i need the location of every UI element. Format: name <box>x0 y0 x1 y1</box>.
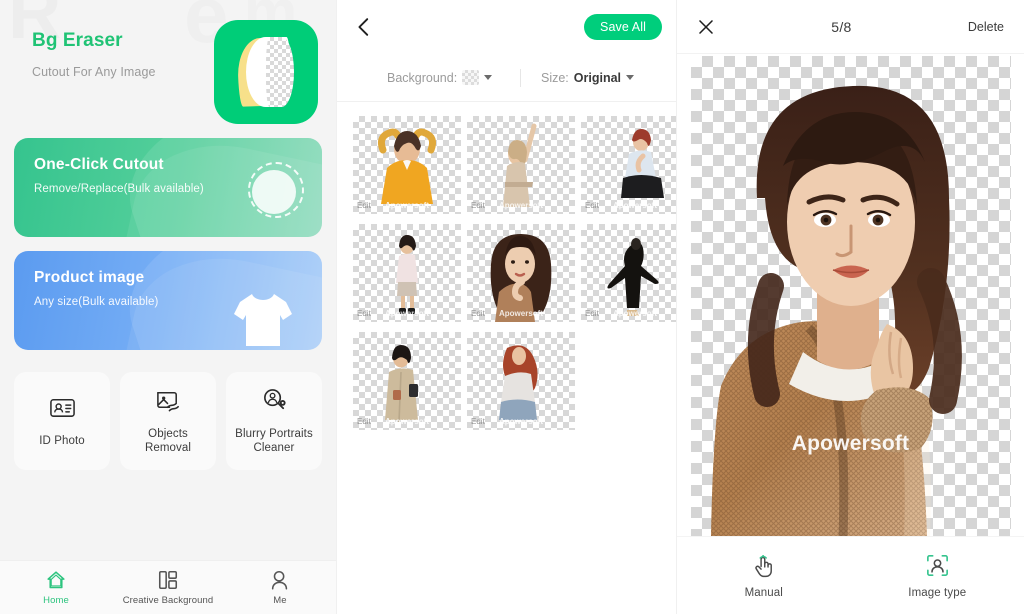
thumbnail-watermark: Apowersoft <box>613 201 657 210</box>
close-icon[interactable] <box>697 18 715 36</box>
thumbnail-image <box>396 235 418 314</box>
thumbnail-watermark: Apowersoft <box>613 309 657 318</box>
preview-tool-image-type[interactable]: Image type <box>851 537 1024 614</box>
nav-item-label: Home <box>43 595 69 606</box>
thumbnail-item[interactable]: Edit Apowersoft <box>467 224 575 322</box>
delete-button[interactable]: Delete <box>968 20 1004 34</box>
thumbnail-item[interactable]: Edit Apowersoft <box>467 116 575 214</box>
preview-tool-label: Manual <box>744 587 783 599</box>
tool-card-label: Objects Removal <box>144 427 192 454</box>
preview-tool-manual[interactable]: Manual <box>677 537 851 614</box>
thumbnail-watermark: Apowersoft <box>385 201 429 210</box>
tool-card-blurry-portraits-cleaner[interactable]: Blurry Portraits Cleaner <box>226 372 322 470</box>
logo-leaf-checker-layer <box>266 37 294 107</box>
gallery-top-bar: Save All <box>337 0 676 54</box>
tool-card-row: ID Photo Objects Removal Blurry Portrait… <box>0 372 336 470</box>
thumbnail-image <box>621 129 664 198</box>
thumbnail-image <box>503 123 537 207</box>
thumbnail-watermark: Apowersoft <box>499 201 543 210</box>
thumbnail-image <box>490 234 552 322</box>
thumbnail-grid: Edit Apowersoft Edit Apowersoft Edit Apo… <box>337 102 689 444</box>
size-filter-label: Size: <box>540 70 569 85</box>
thumbnail-image <box>385 345 418 423</box>
app-screenshot: R e m Bg Eraser Cutout For Any Image <box>0 0 1024 614</box>
thumbnail-item[interactable]: Edit Apowersoft <box>581 116 689 214</box>
home-header: Bg Eraser Cutout For Any Image <box>0 0 336 124</box>
app-title: Bg Eraser <box>32 30 123 51</box>
feature-card-product-image[interactable]: Product image Any size(Bulk available) <box>14 251 322 350</box>
thumbnail-watermark: Apowersoft <box>499 309 543 318</box>
chevron-left-icon[interactable] <box>353 16 375 38</box>
person-frame-icon <box>926 555 948 576</box>
preview-tool-bar: Manual Image type <box>677 536 1024 614</box>
transparent-checker-swatch-icon <box>462 70 480 85</box>
thumbnail-item[interactable]: Edit Apowersoft <box>353 332 461 430</box>
thumbnail-image <box>378 128 436 204</box>
thumbnail-item[interactable]: Edit Apowersoft <box>353 224 461 322</box>
tool-card-objects-removal[interactable]: Objects Removal <box>120 372 216 470</box>
thumbnail-watermark: Apowersoft <box>385 417 429 426</box>
nav-item-label: Creative Background <box>122 595 214 606</box>
thumbnail-edit-label: Edit <box>357 201 371 210</box>
chevron-down-icon <box>484 75 493 80</box>
gallery-filter-bar: Background: Size: Original <box>337 54 676 102</box>
preview-panel: 5/8 Delete Apowersoft Manual Image type <box>676 0 1024 614</box>
thumbnail-item[interactable]: Edit Apowersoft <box>581 224 689 322</box>
thumbnail-item[interactable]: Edit Apowersoft <box>353 116 461 214</box>
thumbnail-edit-label: Edit <box>357 417 371 426</box>
thumbnail-edit-label: Edit <box>585 201 599 210</box>
bottom-navigation-bar: Home Creative Background Me <box>0 560 336 614</box>
preview-tool-label: Image type <box>908 587 967 599</box>
size-filter-value: Original <box>573 70 622 85</box>
thumbnail-edit-label: Edit <box>585 309 599 318</box>
thumbnail-edit-label: Edit <box>471 201 485 210</box>
id-card-icon <box>49 398 75 417</box>
preview-image <box>710 85 962 536</box>
thumbnail-edit-label: Edit <box>471 309 485 318</box>
tool-card-id-photo[interactable]: ID Photo <box>14 372 110 470</box>
tool-card-label: Blurry Portraits Cleaner <box>235 427 313 454</box>
chevron-down-icon <box>626 75 635 80</box>
thumbnail-watermark: Apowersoft <box>385 309 429 318</box>
nav-item-home[interactable]: Home <box>0 561 112 614</box>
portrait-magnifier-icon <box>263 388 286 409</box>
nav-item-label: Me <box>273 595 287 606</box>
preview-page-counter: 5/8 <box>831 18 852 35</box>
gallery-panel: Save All Background: Size: Original Edit… <box>336 0 689 614</box>
thumbnail-edit-label: Edit <box>471 417 485 426</box>
save-all-button[interactable]: Save All <box>584 14 662 40</box>
feature-card-list: One-Click Cutout Remove/Replace(Bulk ava… <box>0 138 336 350</box>
hand-tap-icon <box>755 554 773 578</box>
grid-panels-icon <box>158 570 178 590</box>
home-panel: R e m Bg Eraser Cutout For Any Image <box>0 0 336 614</box>
preview-image-canvas[interactable]: Apowersoft <box>690 56 1011 536</box>
background-filter-dropdown[interactable]: Background: <box>359 70 520 85</box>
preview-top-bar: 5/8 Delete <box>677 0 1024 54</box>
nav-item-creative-background[interactable]: Creative Background <box>112 561 224 614</box>
tool-card-label: ID Photo <box>39 434 85 447</box>
app-subtitle: Cutout For Any Image <box>32 65 156 79</box>
thumbnail-image <box>607 238 659 316</box>
thumbnail-image <box>499 345 538 420</box>
thumbnail-item[interactable]: Edit Apowersoft <box>467 332 575 430</box>
image-eraser-icon <box>156 391 179 412</box>
leaf-droplet-logo-icon <box>214 20 318 124</box>
nav-item-me[interactable]: Me <box>224 561 336 614</box>
preview-stage: Apowersoft <box>677 54 1024 536</box>
background-filter-label: Background: <box>387 70 458 85</box>
preview-watermark: Apowersoft <box>791 432 910 455</box>
home-icon <box>47 571 65 589</box>
size-filter-dropdown[interactable]: Size: Original <box>521 71 654 85</box>
home-title-block: Bg Eraser Cutout For Any Image <box>32 20 156 79</box>
cutout-circle-fill-icon <box>252 170 296 214</box>
thumbnail-watermark: Apowersoft <box>499 417 543 426</box>
tshirt-icon <box>234 294 292 346</box>
person-icon <box>271 570 288 590</box>
thumbnail-edit-label: Edit <box>357 309 371 318</box>
feature-card-one-click-cutout[interactable]: One-Click Cutout Remove/Replace(Bulk ava… <box>14 138 322 237</box>
